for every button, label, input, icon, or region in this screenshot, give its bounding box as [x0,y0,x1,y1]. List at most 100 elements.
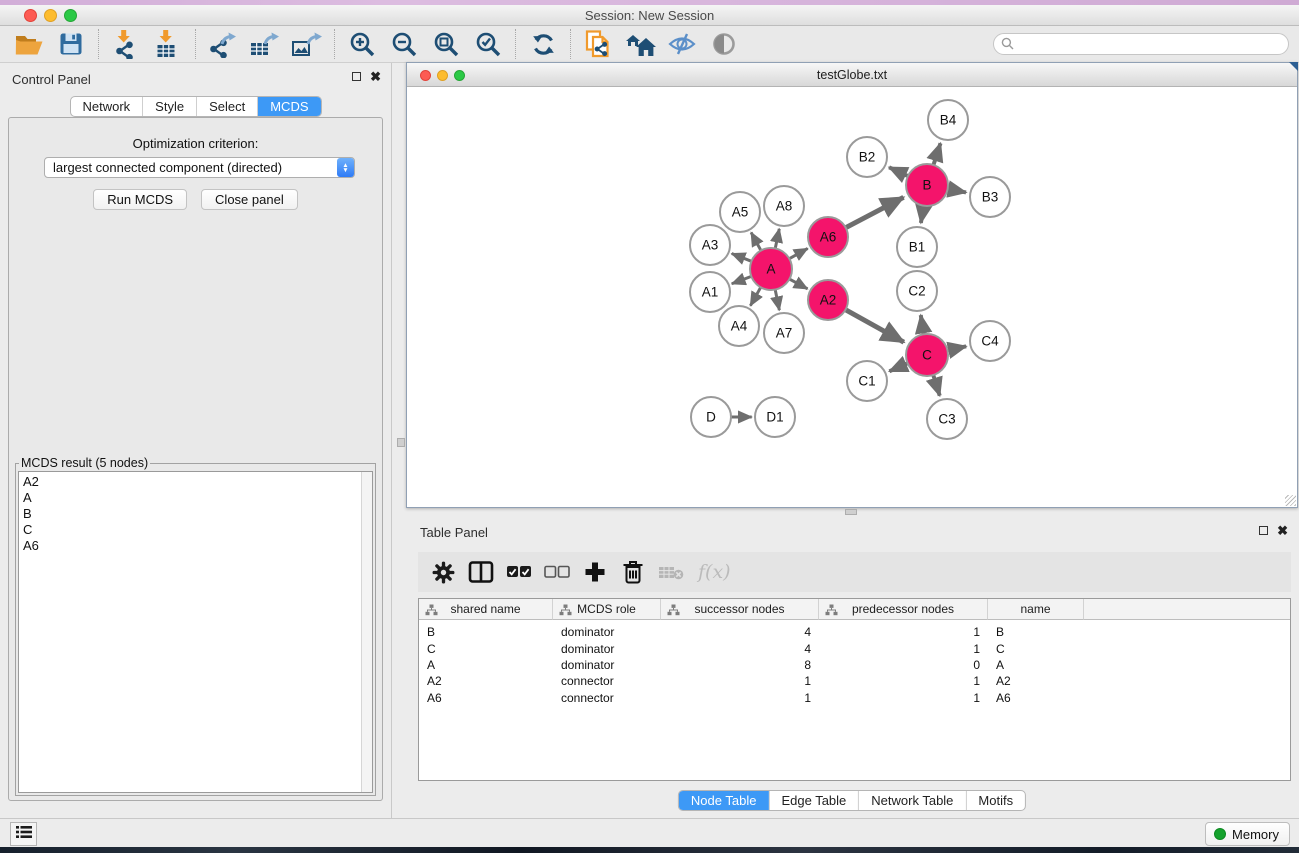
graph-node-label: C1 [858,374,875,389]
refresh-layout-button[interactable] [528,29,558,59]
table-cell: connector [553,690,661,706]
horizontal-scroll-thumb[interactable] [845,509,857,515]
tab-motifs[interactable]: Motifs [965,791,1025,810]
tab-network[interactable]: Network [70,97,142,116]
result-list-scrollbar[interactable] [361,472,372,792]
graph-edge-C-C3[interactable] [933,375,939,396]
graph-node-label: C4 [981,334,999,349]
duplicate-network-button[interactable] [583,29,613,59]
result-list-item[interactable]: A2 [19,474,372,490]
graph-edge-A2-C[interactable] [845,310,903,342]
tab-edge-table[interactable]: Edge Table [768,791,858,810]
tab-network-table[interactable]: Network Table [858,791,965,810]
delete-table-button[interactable] [656,557,686,587]
run-mcds-button[interactable]: Run MCDS [93,189,187,210]
graph-node-label: A3 [702,238,719,253]
table-row[interactable]: A6connector11A6 [419,690,1290,706]
graph-edge-A-A1[interactable] [732,276,752,283]
float-table-panel-icon[interactable] [1259,526,1268,535]
column-header-name[interactable]: name [988,599,1084,620]
graph-edge-A6-B[interactable] [846,197,904,227]
function-builder-button[interactable]: f(x) [694,557,735,587]
tab-style[interactable]: Style [142,97,196,116]
table-row[interactable]: Cdominator41C [419,641,1290,657]
network-overview-button[interactable] [625,29,655,59]
network-graph[interactable]: B4B2BB3A5A8A6B1A3AA1C2A2A4A7C4CC1C3DD1 [407,87,1297,507]
table-row[interactable]: A2connector11A2 [419,673,1290,689]
graph-edge-B-B4[interactable] [933,143,940,165]
table-settings-button[interactable] [428,557,458,587]
memory-button[interactable]: Memory [1205,822,1290,846]
mcds-result-title: MCDS result (5 nodes) [19,456,150,470]
table-row[interactable]: Bdominator41B [419,625,1290,641]
zoom-out-button[interactable] [389,29,419,59]
deselect-all-rows-button[interactable] [542,557,572,587]
export-image-button[interactable] [292,29,322,59]
import-network-button[interactable] [111,29,141,59]
add-column-button[interactable] [580,557,610,587]
zoom-in-button[interactable] [347,29,377,59]
split-table-button[interactable] [466,557,496,587]
result-list-item[interactable]: A6 [19,538,372,554]
graph-edge-B-B2[interactable] [889,167,908,176]
zoom-out-icon [391,31,418,58]
window-resize-grip[interactable] [1285,495,1296,506]
network-window-titlebar[interactable]: testGlobe.txt [407,63,1297,87]
tab-node-table[interactable]: Node Table [679,791,769,810]
graph-edge-A-A7[interactable] [775,290,779,311]
graph-edge-A-A6[interactable] [789,248,807,258]
open-session-button[interactable] [14,29,44,59]
tab-select[interactable]: Select [196,97,257,116]
float-panel-icon[interactable] [352,72,361,81]
vertical-scroll-thumb[interactable] [397,438,405,447]
graph-edge-C-C4[interactable] [947,346,966,350]
table-cell-filler [1084,673,1290,689]
table-row[interactable]: Adominator80A [419,657,1290,673]
graph-edge-C-C1[interactable] [889,363,907,371]
graph-node-label: B2 [859,150,876,165]
result-list-item[interactable]: A [19,490,372,506]
network-view-window: testGlobe.txt B4B2BB3A5A8A6B1A3AA1C2A2A4… [406,62,1298,508]
zoom-selected-button[interactable] [473,29,503,59]
table-cell: 1 [819,625,988,641]
graph-edge-B-B1[interactable] [921,206,924,223]
save-session-button[interactable] [56,29,86,59]
graph-node-label: A7 [776,326,793,341]
close-panel-icon[interactable]: ✖ [370,72,381,81]
graph-edge-C-C2[interactable] [921,315,924,334]
search-input[interactable] [993,33,1289,55]
network-canvas[interactable]: B4B2BB3A5A8A6B1A3AA1C2A2A4A7C4CC1C3DD1 [407,87,1297,507]
import-table-button[interactable] [153,29,183,59]
export-table-button[interactable] [250,29,280,59]
column-header-mcds-role[interactable]: MCDS role [553,599,661,620]
hide-panel-button[interactable] [667,29,697,59]
refresh-icon [531,32,556,57]
show-panel-button[interactable] [709,29,739,59]
export-network-button[interactable] [208,29,238,59]
trash-icon [622,560,644,584]
column-header-successor-nodes[interactable]: successor nodes [661,599,819,620]
graph-edge-A-A4[interactable] [750,287,760,305]
result-list-item[interactable]: B [19,506,372,522]
zoom-fit-button[interactable] [431,29,461,59]
graph-edge-A-A8[interactable] [775,229,779,249]
column-header-predecessor-nodes[interactable]: predecessor nodes [819,599,988,620]
criterion-dropdown[interactable]: largest connected component (directed) ▲… [44,157,355,178]
gear-icon [431,560,456,585]
graph-edge-A-A3[interactable] [732,254,752,262]
close-panel-button[interactable]: Close panel [201,189,298,210]
result-list-item[interactable]: C [19,522,372,538]
control-panel-tabs: NetworkStyleSelectMCDS [69,96,321,117]
column-header-shared-name[interactable]: shared name [419,599,553,620]
graph-edge-B-B3[interactable] [948,189,966,193]
tab-mcds[interactable]: MCDS [257,97,320,116]
graph-edge-A-A5[interactable] [751,232,761,250]
panel-menu-button[interactable] [10,822,37,846]
mcds-result-list[interactable]: A2ABCA6 [18,471,373,793]
table-toolbar-buttons [424,557,690,587]
table-panel-tabs: Node TableEdge TableNetwork TableMotifs [678,790,1026,811]
close-table-panel-icon[interactable]: ✖ [1277,526,1288,535]
delete-column-button[interactable] [618,557,648,587]
select-all-rows-button[interactable] [504,557,534,587]
graph-edge-A-A2[interactable] [789,279,807,289]
